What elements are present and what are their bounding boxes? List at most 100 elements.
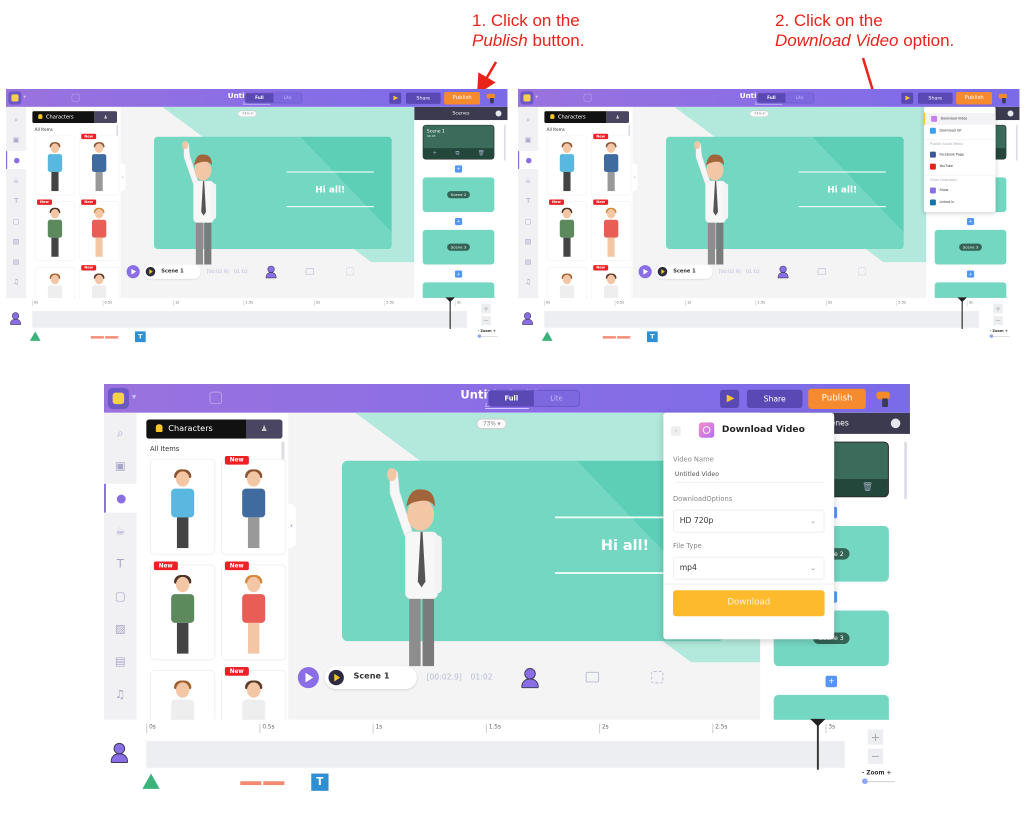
action-marker[interactable] bbox=[602, 336, 616, 339]
sidebar-item-media[interactable]: ▣ bbox=[6, 131, 26, 149]
play-button[interactable] bbox=[638, 265, 652, 279]
add-scene-button[interactable]: + bbox=[454, 270, 463, 278]
menu-item-youtube[interactable]: YouTube bbox=[924, 161, 996, 173]
sidebar-item-props[interactable]: ☕ bbox=[518, 171, 538, 189]
scenes-scrollbar[interactable] bbox=[1015, 124, 1018, 161]
zoom-in-button[interactable]: + bbox=[481, 303, 491, 314]
character-card[interactable] bbox=[150, 458, 216, 555]
character-card[interactable]: New bbox=[590, 133, 632, 196]
enter-animation-marker[interactable] bbox=[541, 331, 553, 341]
menu-item-download-video[interactable]: Download Video bbox=[923, 112, 996, 125]
sidebar-item-video[interactable]: ▤ bbox=[104, 647, 137, 676]
character-avatar-icon[interactable] bbox=[520, 668, 539, 689]
action-marker[interactable] bbox=[240, 781, 262, 786]
add-scene-button[interactable]: + bbox=[966, 270, 975, 278]
sidebar-item-media[interactable]: ▣ bbox=[518, 131, 538, 149]
sidebar-item-image[interactable]: ▨ bbox=[6, 232, 26, 250]
canvas-zoom-select[interactable]: 73% ▾ bbox=[237, 110, 257, 118]
publish-button[interactable]: Publish bbox=[956, 91, 993, 105]
zoom-out-button[interactable]: − bbox=[481, 315, 491, 326]
video-preview-icon[interactable] bbox=[585, 671, 600, 683]
text-block-marker[interactable]: T bbox=[134, 331, 146, 343]
slide-text[interactable]: Hi all! bbox=[799, 184, 886, 195]
scene-play-icon[interactable] bbox=[657, 266, 668, 277]
close-icon[interactable] bbox=[890, 418, 901, 429]
sidebar-item-props[interactable]: ☕ bbox=[6, 171, 26, 189]
character-card[interactable]: New bbox=[34, 199, 76, 261]
sidebar-item-text[interactable]: T bbox=[104, 549, 137, 578]
add-scene-button[interactable]: + bbox=[454, 217, 463, 226]
character-card[interactable]: New bbox=[78, 133, 120, 196]
mascot-icon[interactable] bbox=[998, 93, 1010, 104]
character-track[interactable] bbox=[32, 311, 467, 328]
file-type-select[interactable]: mp4 ⌄ bbox=[672, 556, 825, 580]
mode-lite[interactable]: Lite bbox=[785, 93, 813, 103]
character-card[interactable]: New bbox=[78, 199, 120, 261]
character-card[interactable] bbox=[546, 135, 588, 196]
enter-animation-marker[interactable] bbox=[29, 331, 41, 341]
share-button[interactable]: Share bbox=[917, 92, 953, 104]
action-marker[interactable] bbox=[617, 336, 631, 339]
sidebar-item-search[interactable]: ⌕ bbox=[518, 110, 538, 128]
close-icon[interactable] bbox=[495, 110, 502, 117]
zoom-out-button[interactable]: − bbox=[993, 315, 1003, 326]
tab-my-characters[interactable]: ♟ bbox=[606, 111, 630, 124]
canvas-zoom-select[interactable]: 73% ▾ bbox=[476, 418, 508, 430]
sidebar-item-search[interactable]: ⌕ bbox=[6, 110, 26, 128]
sidebar-item-background[interactable]: ▢ bbox=[518, 212, 538, 230]
publish-button[interactable]: Publish bbox=[808, 388, 866, 409]
zoom-in-button[interactable]: + bbox=[993, 303, 1003, 314]
track-character-icon[interactable] bbox=[110, 742, 128, 764]
tab-characters[interactable]: Characters bbox=[146, 419, 247, 439]
sidebar-item-media[interactable]: ▣ bbox=[104, 451, 137, 480]
menu-item-show[interactable]: Show bbox=[924, 185, 996, 197]
video-name-input[interactable]: Untitled Video bbox=[674, 470, 825, 483]
tab-my-characters[interactable]: ♟ bbox=[246, 419, 283, 439]
sidebar-item-search[interactable]: ⌕ bbox=[104, 419, 137, 448]
sidebar-item-background[interactable]: ▢ bbox=[104, 582, 137, 611]
add-scene-button[interactable]: + bbox=[825, 675, 838, 688]
scene-card-3[interactable]: Scene 3 bbox=[934, 229, 1007, 265]
focus-icon[interactable] bbox=[346, 267, 355, 276]
add-scene-button[interactable]: + bbox=[966, 217, 975, 226]
sidebar-item-music[interactable]: ♫ bbox=[518, 273, 538, 291]
waving-man-character[interactable] bbox=[688, 141, 736, 267]
character-track[interactable] bbox=[544, 311, 979, 328]
playhead[interactable] bbox=[957, 297, 967, 329]
scene-play-icon[interactable] bbox=[145, 266, 156, 277]
sidebar-item-video[interactable]: ▤ bbox=[518, 253, 538, 271]
character-track[interactable] bbox=[146, 740, 845, 768]
character-card[interactable]: New bbox=[150, 561, 216, 661]
collapse-panel-button[interactable]: ‹ bbox=[120, 163, 126, 192]
scene-card-2[interactable]: Scene 2 bbox=[422, 177, 495, 212]
preview-play-button[interactable] bbox=[719, 389, 740, 408]
sidebar-item-props[interactable]: ☕ bbox=[104, 516, 137, 545]
canvas-zoom-select[interactable]: 73% ▾ bbox=[749, 110, 769, 118]
copy-icon[interactable]: ⧉ bbox=[455, 150, 459, 156]
add-icon[interactable]: + bbox=[433, 150, 438, 156]
mode-toggle[interactable]: Full Lite bbox=[756, 92, 815, 104]
action-marker[interactable] bbox=[90, 336, 104, 339]
scenes-scrollbar[interactable] bbox=[503, 124, 506, 161]
character-card[interactable]: New bbox=[221, 561, 287, 661]
tab-characters[interactable]: Characters bbox=[544, 111, 607, 124]
action-marker[interactable] bbox=[263, 781, 285, 786]
close-icon[interactable] bbox=[1007, 110, 1014, 117]
back-icon[interactable]: ‹ bbox=[671, 426, 681, 436]
mascot-icon[interactable] bbox=[486, 93, 498, 104]
character-avatar-icon[interactable] bbox=[265, 265, 277, 279]
sidebar-item-character[interactable]: ● bbox=[518, 151, 539, 169]
scene-card-1[interactable]: Scene 1 00:03 + ⧉ 🗑 bbox=[422, 124, 495, 160]
waving-man-character[interactable] bbox=[376, 468, 453, 669]
slide-text[interactable]: Hi all! bbox=[287, 184, 374, 195]
focus-icon[interactable] bbox=[858, 267, 867, 276]
sidebar-item-image[interactable]: ▨ bbox=[104, 614, 137, 643]
preview-play-button[interactable] bbox=[389, 92, 402, 104]
focus-icon[interactable] bbox=[650, 670, 664, 684]
character-card[interactable]: New bbox=[221, 455, 287, 555]
add-scene-button[interactable]: + bbox=[454, 165, 463, 173]
menu-item-download-gif[interactable]: Download Gif bbox=[924, 125, 996, 137]
mode-lite[interactable]: Lite bbox=[534, 391, 579, 406]
trash-icon[interactable]: 🗑 bbox=[478, 150, 485, 156]
sidebar-item-background[interactable]: ▢ bbox=[6, 212, 26, 230]
